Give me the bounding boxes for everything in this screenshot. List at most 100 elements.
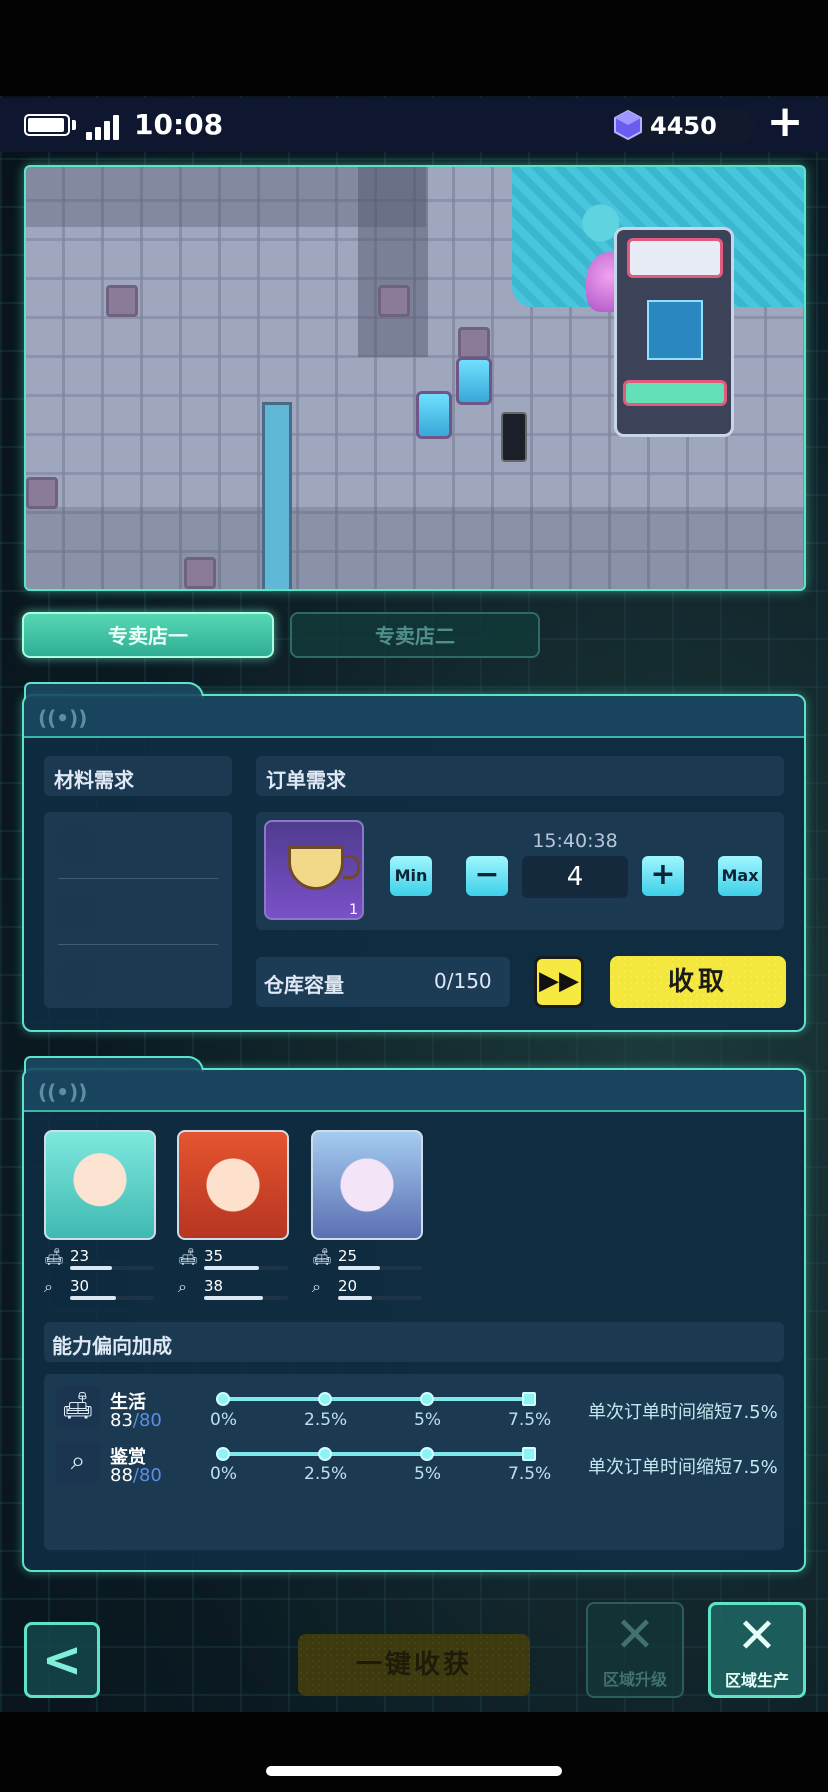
item-count: 1 xyxy=(349,902,358,918)
neon-sign xyxy=(501,412,527,462)
divider xyxy=(58,878,218,879)
area-produce-label: 区域生产 xyxy=(724,1671,789,1690)
panel-header: ((•)) xyxy=(24,1070,804,1112)
tick-label: 5% xyxy=(414,1410,441,1430)
tick-label: 2.5% xyxy=(304,1410,348,1430)
life-stat: 35 xyxy=(204,1247,224,1265)
panel-header: ((•)) xyxy=(24,696,804,738)
character-portrait-1[interactable] xyxy=(44,1130,156,1240)
appraisal-bar xyxy=(204,1296,288,1300)
sofa-icon: 🛋 xyxy=(56,1386,100,1428)
crate xyxy=(458,327,490,359)
tick-label: 0% xyxy=(210,1410,237,1430)
storage-bar: 仓库容量 0/150 xyxy=(256,957,510,1007)
order-item-card[interactable]: 1 xyxy=(264,820,364,920)
gem-count: 4450 xyxy=(650,112,717,140)
area-upgrade-button[interactable]: ✕ 区域升级 xyxy=(586,1602,684,1698)
tick-label: 5% xyxy=(414,1464,441,1484)
appraisal-bar xyxy=(70,1296,154,1300)
collect-button[interactable]: 收取 xyxy=(610,956,786,1008)
track-node xyxy=(420,1392,434,1406)
shop-map-view[interactable] xyxy=(24,165,806,591)
life-stat: 23 xyxy=(70,1247,90,1265)
order-title: 订单需求 xyxy=(266,768,346,792)
water-channel xyxy=(262,402,292,589)
track-node xyxy=(522,1447,536,1461)
material-slot[interactable] xyxy=(58,892,98,932)
minus-button[interactable]: − xyxy=(464,854,510,898)
life-stat: 25 xyxy=(338,1247,358,1265)
track-node xyxy=(420,1447,434,1461)
life-bar xyxy=(338,1266,422,1270)
plus-icon[interactable]: + xyxy=(766,100,804,144)
corridor xyxy=(358,167,428,357)
tick-label: 7.5% xyxy=(508,1410,552,1430)
tab-shop-1[interactable]: 专卖店一 xyxy=(22,612,274,658)
material-slot[interactable] xyxy=(58,826,98,866)
storage-value: 0/150 xyxy=(434,969,492,993)
magnifier-icon: ⌕ xyxy=(312,1277,321,1296)
crate xyxy=(26,477,58,509)
materials-title: 材料需求 xyxy=(54,768,134,792)
character-portrait-2[interactable] xyxy=(177,1130,289,1240)
tick-label: 7.5% xyxy=(508,1464,552,1484)
area-produce-button[interactable]: ✕ 区域生产 xyxy=(708,1602,806,1698)
ability-track xyxy=(222,1452,530,1456)
material-slot[interactable] xyxy=(58,958,98,998)
life-bar xyxy=(204,1266,288,1270)
magnifier-icon: ⌕ xyxy=(44,1277,53,1296)
character-portrait-3[interactable] xyxy=(311,1130,423,1240)
max-button[interactable]: Max xyxy=(716,854,764,898)
track-node xyxy=(318,1447,332,1461)
tick-label: 2.5% xyxy=(304,1464,348,1484)
sofa-icon: 🛋 xyxy=(178,1247,199,1266)
storage-label: 仓库容量 xyxy=(264,973,344,997)
ability-desc: 单次订单时间缩短7.5% xyxy=(588,1402,778,1423)
back-button[interactable]: < xyxy=(24,1622,100,1698)
order-timer: 15:40:38 xyxy=(532,830,618,852)
track-node xyxy=(318,1392,332,1406)
area-upgrade-label: 区域升级 xyxy=(602,1670,667,1689)
crate xyxy=(106,285,138,317)
magnifier-icon: ⌕ xyxy=(178,1277,187,1296)
ability-desc: 单次订单时间缩短7.5% xyxy=(588,1457,778,1478)
bottom-bar xyxy=(0,1712,828,1792)
sofa-icon: 🛋 xyxy=(44,1247,65,1266)
crate xyxy=(184,557,216,589)
signal-icon xyxy=(86,112,126,140)
ability-value: 83/80 xyxy=(110,1410,162,1431)
tick-label: 0% xyxy=(210,1464,237,1484)
top-notch-area xyxy=(0,0,828,96)
fast-forward-button[interactable]: ▶▶ xyxy=(534,956,584,1008)
appraisal-stat: 20 xyxy=(338,1277,358,1295)
track-node xyxy=(522,1392,536,1406)
teacup-icon xyxy=(288,846,360,890)
battery-icon xyxy=(24,114,70,136)
home-indicator[interactable] xyxy=(266,1766,562,1776)
ability-value: 88/80 xyxy=(110,1465,162,1486)
game-screen: 10:08 4450 + 专卖店一 专卖店二 ((•)) 材料需求 订单需求 1… xyxy=(0,0,828,1792)
divider xyxy=(58,944,218,945)
harvest-all-button[interactable]: 一键收获 xyxy=(298,1634,530,1696)
sofa-icon: 🛋 xyxy=(312,1247,333,1266)
gem-icon xyxy=(614,110,642,140)
min-button[interactable]: Min xyxy=(388,854,434,898)
ability-track xyxy=(222,1397,530,1401)
canister xyxy=(416,391,452,439)
battery-tip xyxy=(72,120,76,130)
shop-tower-building[interactable] xyxy=(614,227,734,437)
track-node xyxy=(216,1392,230,1406)
track-node xyxy=(216,1447,230,1461)
wrench-icon: ✕ xyxy=(736,1608,778,1664)
plus-button[interactable]: + xyxy=(640,854,686,898)
clock: 10:08 xyxy=(134,108,224,141)
tab-shop-2[interactable]: 专卖店二 xyxy=(290,612,540,658)
life-bar xyxy=(70,1266,154,1270)
wrench-icon: ✕ xyxy=(614,1607,656,1663)
ability-title: 能力偏向加成 xyxy=(52,1334,172,1358)
appraisal-bar xyxy=(338,1296,422,1300)
appraisal-stat: 38 xyxy=(204,1277,224,1295)
appraisal-stat: 30 xyxy=(70,1277,90,1295)
broadcast-icon: ((•)) xyxy=(38,706,88,730)
magnifier-icon: ⌕ xyxy=(56,1441,100,1483)
